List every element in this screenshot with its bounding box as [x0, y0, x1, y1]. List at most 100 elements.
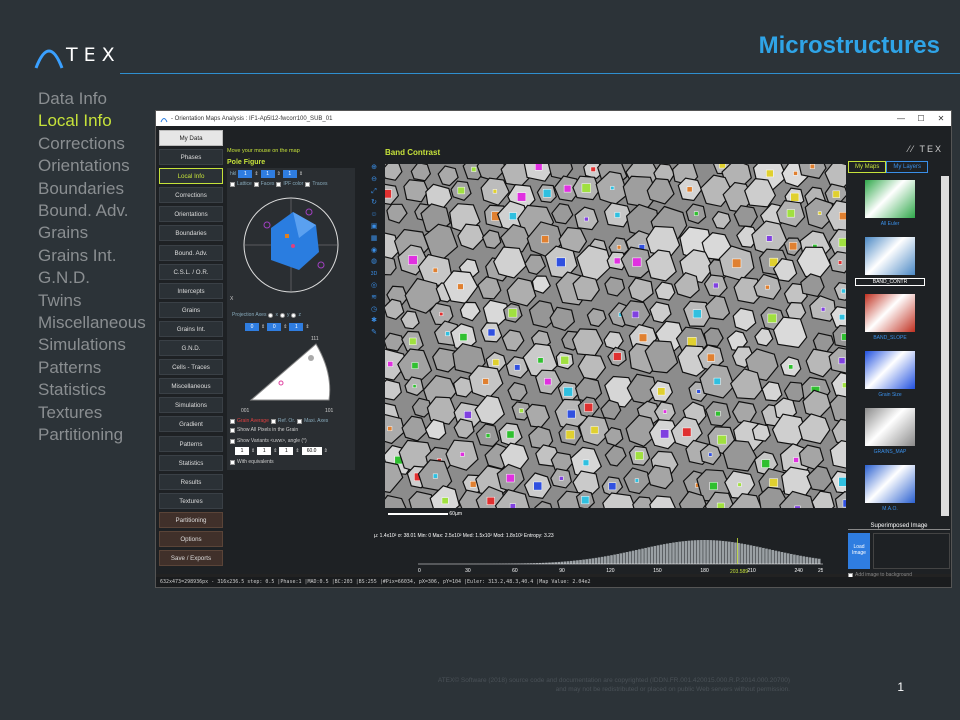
section-boundaries: Boundaries — [38, 178, 125, 198]
proj-x-radio[interactable] — [268, 312, 274, 318]
zoom-in-icon[interactable]: ⊕ — [370, 164, 378, 172]
menu-save-exports-button[interactable]: Save / Exports — [159, 550, 223, 567]
histogram-bar — [635, 549, 638, 564]
maxi-axes-checkbox[interactable] — [297, 418, 303, 424]
section-patterns: Patterns — [38, 357, 102, 377]
close-button[interactable]: ✕ — [931, 114, 951, 123]
camera-icon[interactable]: ◉ — [370, 247, 378, 255]
thumb-band-slope[interactable] — [865, 294, 915, 332]
menu-c-s-l-o-r-button[interactable]: C.S.L. / O.R. — [159, 263, 223, 280]
hkl-k-input[interactable]: 1 — [260, 170, 275, 178]
histogram-bar — [582, 559, 585, 564]
fit-icon[interactable]: ⤢ — [370, 188, 378, 196]
histogram-bar — [597, 557, 601, 564]
proj-z-radio[interactable] — [291, 312, 297, 318]
histogram-tick-label: 60 — [512, 568, 518, 574]
menu-results-button[interactable]: Results — [159, 473, 223, 490]
crystal-cube-glyph — [519, 408, 524, 413]
grid-icon[interactable]: ▦ — [370, 235, 378, 243]
crystal-cube-glyph — [487, 328, 496, 337]
rotate-icon[interactable]: ↻ — [370, 199, 378, 207]
thumb-grains-map[interactable] — [865, 408, 915, 446]
menu-phases-button[interactable]: Phases — [159, 149, 223, 166]
menu-corrections-button[interactable]: Corrections — [159, 187, 223, 204]
menu-grains-int-button[interactable]: Grains Int. — [159, 320, 223, 337]
wifi-icon[interactable]: ≋ — [370, 294, 378, 302]
proj-u-input[interactable]: 0 — [245, 323, 259, 331]
crystal-cube-glyph — [686, 186, 693, 193]
section-local-info: Local Info — [38, 111, 112, 131]
menu-simulations-button[interactable]: Simulations — [159, 397, 223, 414]
band-contrast-map[interactable] — [385, 164, 846, 508]
maximize-button[interactable]: ☐ — [911, 114, 931, 123]
menu-g-n-d-button[interactable]: G.N.D. — [159, 340, 223, 357]
people-icon[interactable]: ☺ — [370, 211, 378, 219]
histogram-bar — [557, 561, 561, 564]
histogram-bar — [600, 556, 604, 564]
brush-icon[interactable]: ✎ — [370, 329, 378, 337]
show-all-checkbox[interactable] — [230, 427, 235, 433]
crystal-cube-glyph — [765, 284, 770, 290]
variant-w-input[interactable]: 1 — [279, 447, 294, 455]
pole-figure[interactable] — [231, 190, 351, 300]
bug-icon[interactable]: ✱ — [370, 317, 378, 325]
faces-checkbox[interactable] — [253, 181, 259, 187]
crystal-cube-glyph — [839, 212, 846, 221]
ref-or-checkbox[interactable] — [270, 418, 276, 424]
menu-orientations-button[interactable]: Orientations — [159, 206, 223, 223]
menu-cells-traces-button[interactable]: Cells - Traces — [159, 359, 223, 376]
menu-my-data-button[interactable]: My Data — [159, 130, 223, 146]
with-equivalents-checkbox[interactable] — [230, 459, 235, 465]
menu-patterns-button[interactable]: Patterns — [159, 435, 223, 452]
menu-bound-adv-button[interactable]: Bound. Adv. — [159, 244, 223, 261]
histogram-bar — [765, 548, 768, 564]
menu-textures-button[interactable]: Textures — [159, 492, 223, 509]
eye-icon[interactable]: ◎ — [370, 282, 378, 290]
3d-box-icon[interactable]: ▣ — [370, 223, 378, 231]
variant-v-input[interactable]: 1 — [257, 447, 272, 455]
menu-options-button[interactable]: Options — [159, 530, 223, 547]
proj-y-radio[interactable] — [279, 312, 285, 318]
menu-grains-button[interactable]: Grains — [159, 301, 223, 318]
menu-partitioning-button[interactable]: Partitioning — [159, 511, 223, 528]
load-image-button[interactable]: Load Image — [848, 533, 870, 569]
thumb-grain-size[interactable] — [865, 351, 915, 389]
thumb-band-contr[interactable] — [865, 237, 915, 275]
proj-v-input[interactable]: 0 — [267, 323, 282, 331]
lattice-checkbox[interactable] — [230, 181, 235, 187]
menu-boundaries-button[interactable]: Boundaries — [159, 225, 223, 242]
histogram-bar — [591, 558, 595, 564]
variant-u-input[interactable]: 1 — [235, 447, 249, 455]
with-equivalents-label: With equivalents — [237, 459, 274, 465]
thumb-m-a-o[interactable] — [865, 465, 915, 503]
traces-checkbox[interactable] — [305, 181, 311, 187]
3d-icon[interactable]: 3D — [370, 270, 378, 278]
histogram-bar — [793, 554, 796, 564]
zoom-out-icon[interactable]: ⊖ — [370, 176, 378, 184]
grain-average-checkbox[interactable] — [230, 418, 235, 424]
hkl-l-input[interactable]: 1 — [282, 170, 297, 178]
thumb-all-euler[interactable] — [865, 180, 915, 218]
menu-statistics-button[interactable]: Statistics — [159, 454, 223, 471]
crystal-cube-glyph — [717, 435, 727, 445]
show-variants-checkbox[interactable] — [230, 438, 235, 444]
menu-gradient-button[interactable]: Gradient — [159, 416, 223, 433]
variant-angle-input[interactable]: 60.0 — [301, 447, 322, 455]
thumbnails-scrollbar[interactable] — [941, 176, 949, 516]
crystal-cube-glyph — [709, 482, 718, 491]
proj-w-input[interactable]: 1 — [289, 323, 304, 331]
crystal-cube-glyph — [715, 411, 721, 417]
menu-local-info-button[interactable]: Local Info — [159, 168, 223, 185]
minimize-button[interactable]: — — [891, 114, 911, 123]
hkl-h-input[interactable]: 1 — [238, 170, 253, 178]
globe-icon[interactable]: ◍ — [370, 258, 378, 266]
ipf-color-checkbox[interactable] — [276, 181, 282, 187]
histogram-bar — [650, 546, 654, 564]
crystal-cube-glyph — [614, 212, 621, 218]
tab-my-maps[interactable]: My Maps — [848, 161, 887, 173]
tab-my-layers[interactable]: My Layers — [886, 161, 929, 173]
histogram-bar — [628, 551, 632, 564]
menu-intercepts-button[interactable]: Intercepts — [159, 282, 223, 299]
menu-miscellaneous-button[interactable]: Miscellaneous — [159, 378, 223, 395]
timer-icon[interactable]: ◷ — [370, 306, 378, 314]
